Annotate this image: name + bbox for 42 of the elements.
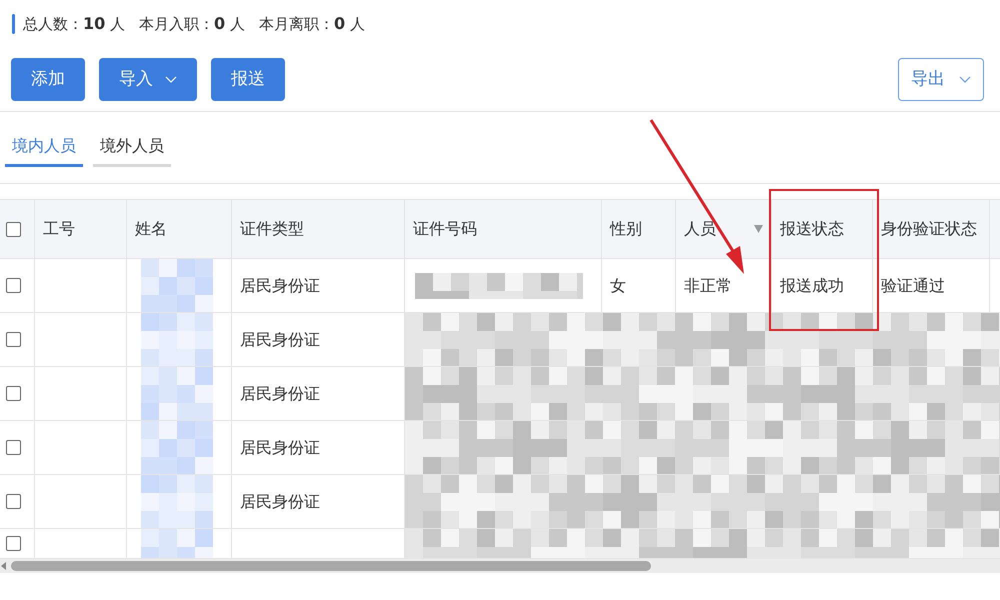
column-header: 身份验证状态 bbox=[881, 218, 977, 240]
scrollbar-thumb[interactable] bbox=[11, 561, 651, 571]
export-dropdown-button[interactable]: 导出 bbox=[898, 58, 984, 101]
checkbox[interactable] bbox=[6, 386, 21, 401]
table-cell-text: 居民身份证 bbox=[240, 436, 320, 458]
column-header: 证件号码 bbox=[413, 218, 477, 240]
summary-stat: 本月离职：0 人 bbox=[258, 13, 365, 35]
checkbox[interactable] bbox=[6, 332, 21, 347]
summary-stat: 总人数：10 人 bbox=[23, 13, 126, 35]
column-header: 报送状态 bbox=[780, 218, 844, 240]
checkbox[interactable] bbox=[6, 440, 21, 455]
caret-icon bbox=[959, 76, 971, 84]
table-cell-text: 非正常 bbox=[684, 274, 732, 296]
table-cell-text: 验证通过 bbox=[881, 274, 945, 296]
checkbox[interactable] bbox=[6, 222, 21, 236]
column-header: 人员 bbox=[684, 218, 716, 240]
scroll-left-icon[interactable] bbox=[1, 562, 6, 570]
caret-icon bbox=[165, 76, 177, 84]
column-header: 证件类型 bbox=[240, 218, 304, 240]
table-cell-text: 居民身份证 bbox=[240, 382, 320, 404]
pixelated-redaction bbox=[141, 421, 213, 474]
toolbar-button[interactable]: 报送 bbox=[211, 58, 285, 101]
column-header: 工号 bbox=[43, 218, 75, 240]
checkbox[interactable] bbox=[6, 536, 21, 551]
filter-icon[interactable] bbox=[754, 225, 763, 233]
toolbar-button[interactable]: 添加 bbox=[11, 58, 85, 101]
table-cell-text: 居民身份证 bbox=[240, 328, 320, 350]
summary-stat: 本月入职：0 人 bbox=[139, 13, 245, 35]
tab[interactable]: 境内人员 bbox=[5, 127, 83, 167]
checkbox[interactable] bbox=[6, 278, 21, 293]
column-header: 性别 bbox=[610, 218, 642, 240]
import-dropdown-button[interactable]: 导入 bbox=[99, 58, 197, 101]
tab[interactable]: 境外人员 bbox=[93, 127, 171, 167]
accent-bar bbox=[12, 14, 15, 34]
pixelated-redaction bbox=[141, 313, 213, 366]
table-cell-text: 女 bbox=[610, 274, 626, 296]
table-cell-text: 居民身份证 bbox=[240, 274, 320, 296]
pixelated-redaction bbox=[141, 367, 213, 420]
table-cell-text: 居民身份证 bbox=[240, 490, 320, 512]
checkbox[interactable] bbox=[6, 494, 21, 509]
column-header: 姓名 bbox=[135, 218, 167, 240]
table-cell-text: 报送成功 bbox=[780, 274, 844, 296]
